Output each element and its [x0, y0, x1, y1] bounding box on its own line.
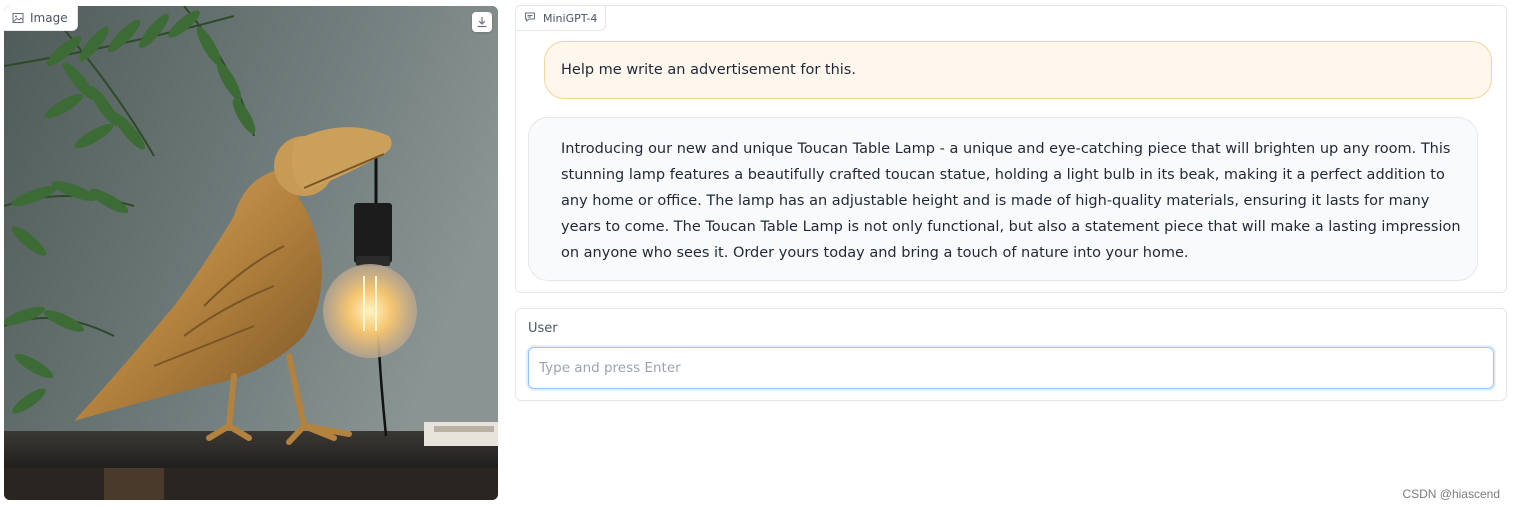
user-message: Help me write an advertisement for this. [544, 41, 1492, 99]
user-message-text: Help me write an advertisement for this. [561, 62, 856, 78]
image-label-text: Image [30, 11, 68, 25]
image-panel [4, 6, 498, 500]
image-icon [12, 12, 24, 24]
user-input-panel: User [515, 308, 1507, 401]
download-button[interactable] [472, 12, 492, 32]
chatbot-label-text: MiniGPT-4 [543, 11, 598, 25]
chatbot-label: MiniGPT-4 [516, 6, 607, 31]
toucan-lamp-photo [4, 6, 498, 500]
user-input-label: User [528, 321, 558, 336]
message-input[interactable] [528, 347, 1494, 389]
download-icon [476, 13, 488, 32]
watermark: CSDN @hiascend [1402, 487, 1500, 501]
bot-message: Introducing our new and unique Toucan Ta… [528, 117, 1478, 281]
image-component-label: Image [4, 6, 78, 31]
chat-icon [524, 11, 536, 26]
chatbot-panel: MiniGPT-4 Help me write an advertisement… [515, 5, 1507, 293]
bot-message-text: Introducing our new and unique Toucan Ta… [561, 141, 1461, 261]
